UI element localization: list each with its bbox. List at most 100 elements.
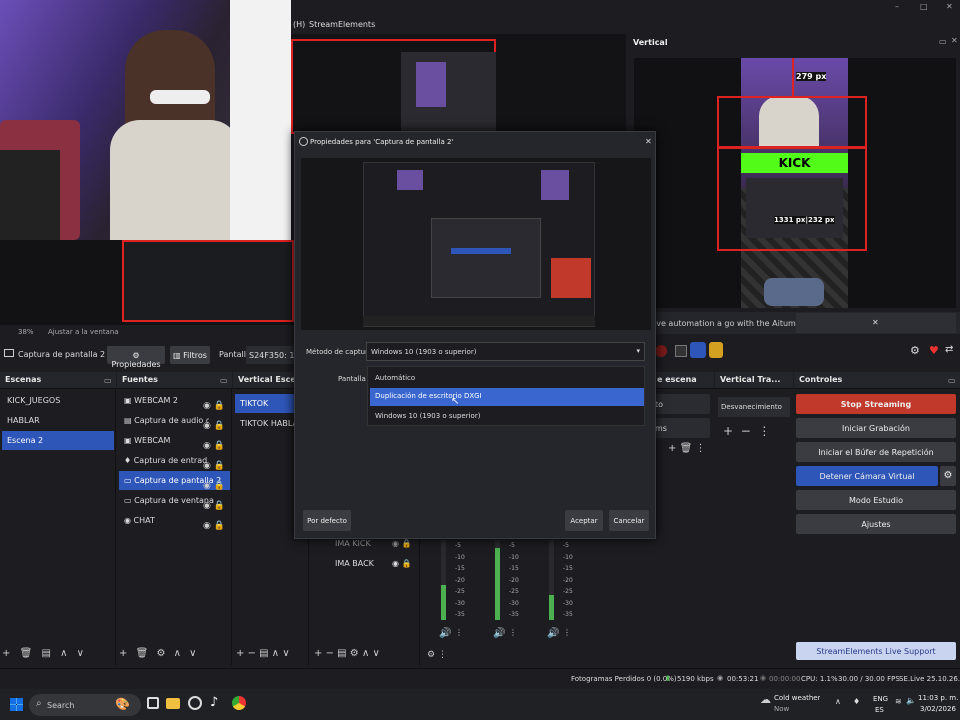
tiktok-icon[interactable]: ♪: [210, 695, 218, 710]
filter-icon[interactable]: ▤: [41, 648, 50, 659]
replay-icon[interactable]: [690, 342, 706, 358]
studio-mode-button[interactable]: Modo Estudio: [796, 490, 956, 510]
kebab-icon[interactable]: ⋮: [695, 443, 705, 454]
kebab-icon[interactable]: ⋮: [563, 628, 571, 637]
clock-time[interactable]: 11:03 p. m.: [918, 694, 958, 702]
vertical-source-item[interactable]: IMA BACK ◉ 🔒: [312, 554, 412, 573]
volume-icon[interactable]: 🔊: [439, 628, 451, 639]
vertical-settings-icon[interactable]: ⚙: [910, 344, 920, 357]
remove-icon[interactable]: −: [248, 648, 256, 659]
minimize-button[interactable]: –: [895, 2, 899, 11]
volume-icon[interactable]: 🔈: [906, 696, 916, 705]
gear-icon[interactable]: ⚙: [350, 648, 359, 659]
volume-icon[interactable]: 🔊: [547, 628, 559, 639]
sources-undock-icon[interactable]: ▭: [220, 376, 228, 385]
source-item[interactable]: ▤ Captura de audio de ap: [119, 411, 209, 430]
capture-method-select[interactable]: Windows 10 (1903 o superior) ▾: [366, 342, 645, 361]
zoom-level[interactable]: 38%: [18, 328, 34, 336]
record-vertical-icon[interactable]: [655, 345, 667, 357]
menu-item-streamelements[interactable]: StreamElements: [309, 20, 375, 29]
wifi-icon[interactable]: ≋: [895, 697, 902, 706]
down-icon[interactable]: ∨: [372, 648, 379, 659]
eye-lock-icons[interactable]: ◉ 🔒: [203, 456, 231, 476]
filters-button[interactable]: ▥ Filtros: [170, 346, 210, 364]
backtrack-icon[interactable]: [675, 345, 687, 357]
settings-button[interactable]: Ajustes: [796, 514, 956, 534]
dropdown-option[interactable]: Duplicación de escritorio DXGI: [370, 388, 644, 406]
menu-item-help[interactable]: (H): [293, 20, 305, 29]
vertical-transition-select[interactable]: Desvanecimiento: [718, 397, 790, 417]
add-icon[interactable]: +: [668, 443, 676, 454]
up-icon[interactable]: ∧: [60, 648, 67, 659]
add-icon[interactable]: +: [236, 648, 244, 659]
properties-button[interactable]: ⚙ Propiedades: [107, 346, 165, 369]
scene-item[interactable]: HABLAR: [2, 411, 114, 430]
trash-icon[interactable]: 🗑: [20, 648, 33, 659]
source-item[interactable]: ♦ Captura de entrada au: [119, 451, 207, 470]
add-icon[interactable]: +: [119, 648, 127, 659]
se-support-button[interactable]: StreamElements Live Support: [796, 642, 956, 660]
remove-icon[interactable]: −: [741, 424, 751, 438]
stop-streaming-button[interactable]: Stop Streaming: [796, 394, 956, 414]
accept-button[interactable]: Aceptar: [565, 510, 603, 531]
virtual-camera-settings-button[interactable]: ⚙: [940, 466, 956, 486]
kebab-icon[interactable]: ⋮: [509, 628, 517, 637]
start-recording-button[interactable]: Iniciar Grabación: [796, 418, 956, 438]
kebab-icon[interactable]: ⋮: [455, 628, 463, 637]
up-icon[interactable]: ∧: [362, 648, 369, 659]
vertical-canvas[interactable]: KICK 279 px 1331 px|232 px: [634, 58, 956, 308]
scene-item[interactable]: KICK_JUEGOS: [2, 391, 114, 410]
add-icon[interactable]: +: [314, 648, 322, 659]
maximize-button[interactable]: □: [920, 2, 928, 11]
eye-lock-icons[interactable]: ◉ 🔒: [203, 396, 231, 416]
chevron-up-icon[interactable]: ∧: [835, 697, 841, 706]
controls-undock-icon[interactable]: ▭: [948, 376, 956, 385]
dropdown-option[interactable]: Windows 10 (1903 o superior): [370, 408, 644, 425]
dropdown-option[interactable]: Automático: [370, 370, 644, 387]
mic-icon[interactable]: ♦: [853, 697, 860, 706]
duration-input[interactable]: ms: [652, 418, 710, 438]
eye-lock-icons[interactable]: ◉ 🔒: [203, 516, 231, 536]
stop-virtual-camera-button[interactable]: Detener Cámara Virtual: [796, 466, 938, 486]
weather-title[interactable]: Cold weather: [774, 694, 820, 702]
windows-start-icon[interactable]: [10, 698, 23, 711]
gear-icon[interactable]: ⚙: [427, 650, 435, 660]
main-preview[interactable]: [0, 240, 295, 325]
share-icon[interactable]: ⇄: [945, 344, 953, 355]
chrome-icon[interactable]: [232, 696, 246, 710]
eye-lock-icons[interactable]: ◉ 🔒: [203, 416, 231, 436]
pantalla-select[interactable]: S24F350: 1920x: [246, 346, 296, 364]
down-icon[interactable]: ∨: [189, 648, 196, 659]
eye-lock-icons[interactable]: ◉ 🔒: [203, 476, 231, 496]
taskbar-search[interactable]: ⌕ Search 🎨: [29, 694, 141, 716]
add-icon[interactable]: +: [2, 648, 10, 659]
dialog-close-button[interactable]: ✕: [645, 137, 652, 146]
replay-buffer-button[interactable]: Iniciar el Búfer de Repetición: [796, 442, 956, 462]
eye-lock-icons[interactable]: ◉ 🔒: [392, 559, 411, 568]
scene-item[interactable]: Escena 2: [2, 431, 114, 450]
kebab-icon[interactable]: ⋮: [758, 424, 770, 438]
up-icon[interactable]: ∧: [272, 648, 279, 659]
obs-icon[interactable]: [188, 696, 202, 710]
eye-lock-icons[interactable]: ◉ 🔒: [392, 539, 411, 548]
kebab-icon[interactable]: ⋮: [438, 650, 447, 660]
fit-window[interactable]: Ajustar a la ventana: [48, 328, 119, 336]
transition-select[interactable]: to: [652, 394, 710, 414]
heart-icon[interactable]: ♥: [929, 344, 939, 357]
eye-lock-icons[interactable]: ◉ 🔒: [203, 496, 231, 516]
close-dock-icon[interactable]: ✕: [951, 36, 958, 45]
close-window-button[interactable]: ✕: [946, 2, 953, 11]
add-icon[interactable]: +: [723, 424, 733, 438]
remove-icon[interactable]: −: [326, 648, 334, 659]
clip-icon[interactable]: [709, 342, 723, 358]
down-icon[interactable]: ∨: [77, 648, 84, 659]
undock-icon[interactable]: ▭: [939, 37, 947, 46]
trash-icon[interactable]: 🗑: [136, 648, 149, 659]
volume-icon[interactable]: 🔊: [493, 628, 505, 639]
lang-primary[interactable]: ENG: [873, 695, 888, 703]
gear-icon[interactable]: ⚙: [156, 648, 165, 659]
trash-icon[interactable]: 🗑: [680, 443, 693, 454]
main-preview-top[interactable]: [291, 34, 626, 134]
cancel-button[interactable]: Cancelar: [609, 510, 649, 531]
up-icon[interactable]: ∧: [174, 648, 181, 659]
